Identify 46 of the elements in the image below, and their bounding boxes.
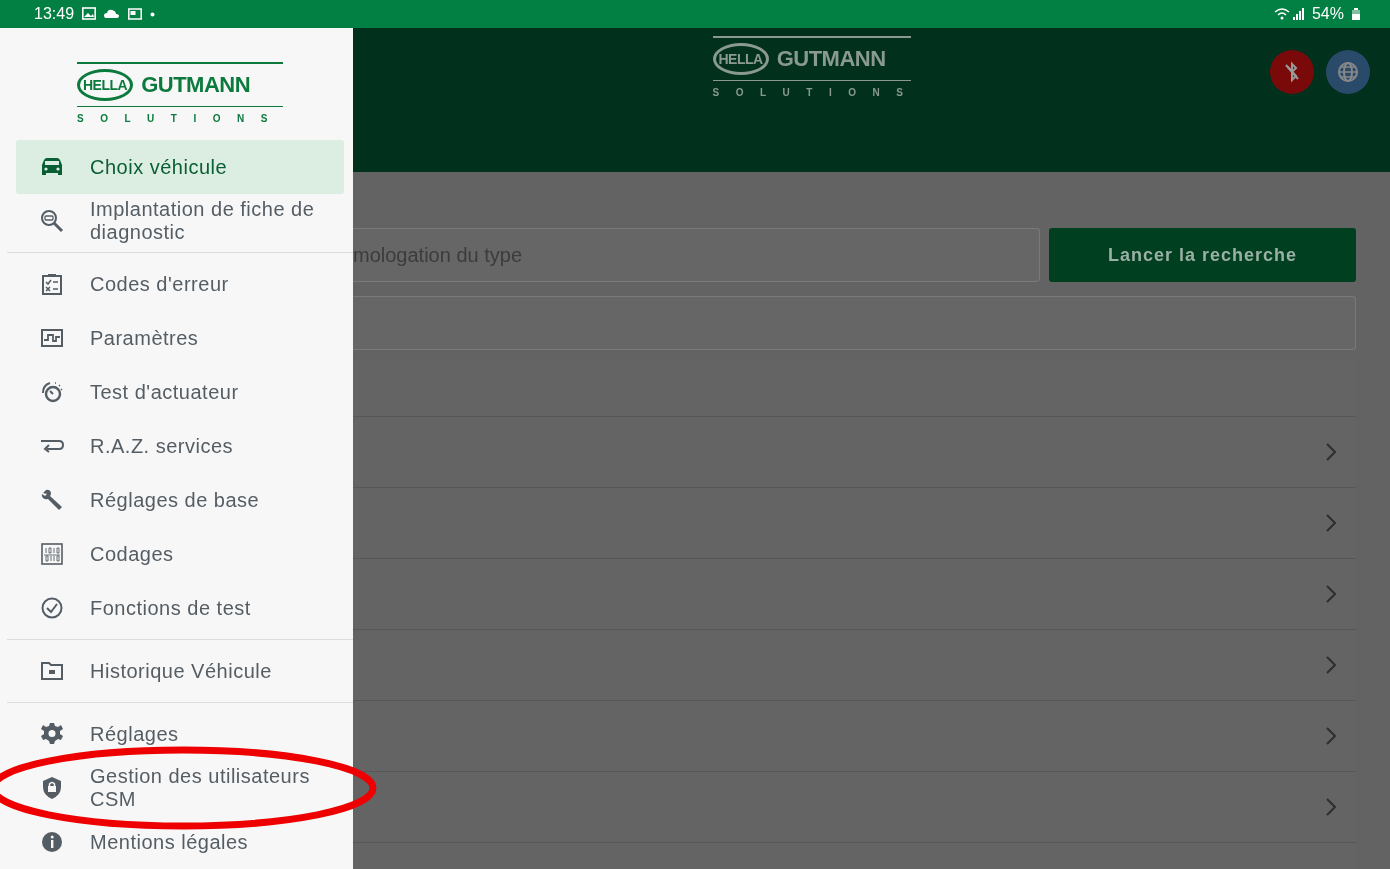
status-time: 13:49 bbox=[34, 5, 75, 23]
menu-item[interactable]: Implantation de fiche de diagnostic bbox=[16, 194, 344, 249]
chevron-right-icon[interactable] bbox=[1326, 727, 1336, 745]
chevron-right-icon[interactable] bbox=[1326, 443, 1336, 461]
menu-item[interactable]: Mentions légales bbox=[16, 815, 344, 869]
chevron-right-icon[interactable] bbox=[1326, 514, 1336, 532]
input-field[interactable] bbox=[353, 296, 1356, 350]
shield-lock-icon bbox=[42, 776, 62, 800]
mail-icon bbox=[128, 8, 143, 20]
timer-icon bbox=[40, 381, 64, 404]
company-logo: HELLA GUTMANN SOLUTIONS bbox=[77, 62, 283, 124]
signal-graph-icon bbox=[41, 329, 63, 348]
menu-item[interactable]: Codages bbox=[16, 527, 344, 582]
menu-item[interactable]: Paramètres bbox=[16, 311, 344, 366]
menu-item[interactable]: Réglages de base bbox=[16, 473, 344, 528]
chevron-right-icon[interactable] bbox=[1326, 585, 1336, 603]
menu-item[interactable]: Fonctions de test bbox=[16, 581, 344, 636]
company-logo: HELLA GUTMANN SOLUTIONS bbox=[712, 36, 911, 98]
wifi-signal-icon bbox=[1273, 7, 1304, 21]
return-arrow-icon bbox=[40, 439, 64, 454]
folder-icon bbox=[41, 662, 63, 681]
dot-icon bbox=[150, 11, 156, 17]
battery-level: 54% bbox=[1311, 5, 1344, 23]
menu-item[interactable]: Réglages bbox=[16, 707, 344, 761]
cloud-icon bbox=[104, 9, 121, 19]
bluetooth-off-button[interactable] bbox=[1270, 50, 1314, 94]
car-icon bbox=[40, 157, 64, 178]
chevron-right-icon[interactable] bbox=[1326, 798, 1336, 816]
chevron-right-icon[interactable] bbox=[1326, 656, 1336, 674]
menu-item[interactable]: Codes d'erreur bbox=[16, 257, 344, 312]
check-circle-icon bbox=[41, 597, 63, 620]
search-icon bbox=[40, 209, 64, 234]
search-button[interactable]: Lancer la recherche bbox=[1049, 228, 1356, 282]
wrench-icon bbox=[40, 488, 64, 513]
menu-item[interactable]: Historique Véhicule bbox=[16, 644, 344, 699]
checklist-icon bbox=[42, 273, 62, 296]
settings-icon bbox=[40, 722, 64, 746]
language-button[interactable] bbox=[1326, 50, 1370, 94]
globe-icon bbox=[1336, 60, 1360, 84]
image-icon bbox=[82, 7, 97, 21]
binary-code-icon bbox=[41, 543, 63, 566]
menu-item[interactable]: Test d'actuateur bbox=[16, 365, 344, 420]
menu-item[interactable]: R.A.Z. services bbox=[16, 419, 344, 474]
battery-icon bbox=[1352, 8, 1360, 20]
info-icon bbox=[41, 831, 63, 853]
menu-item[interactable]: Choix véhicule bbox=[16, 140, 344, 195]
